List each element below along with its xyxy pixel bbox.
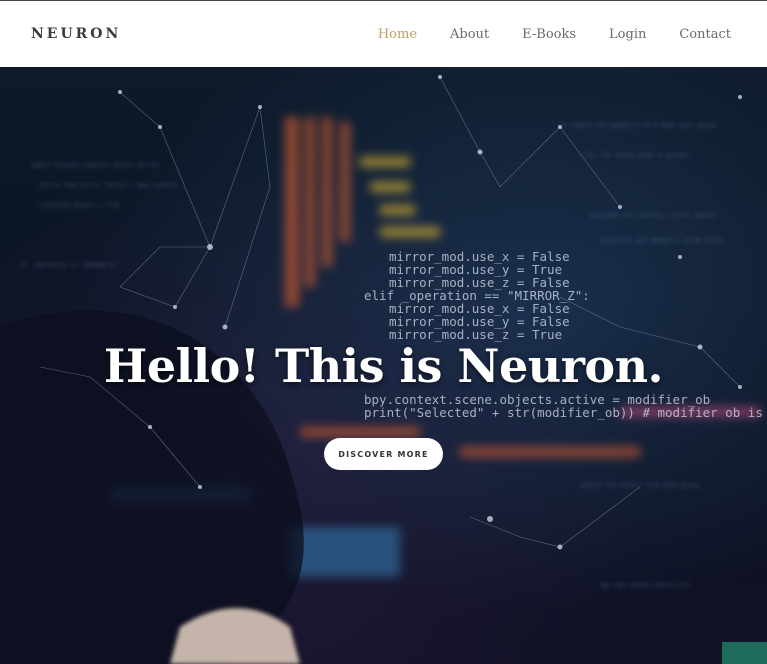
nav-item-contact[interactable]: Contact	[679, 27, 731, 42]
nav-item-home[interactable]: Home	[378, 27, 417, 42]
nav-item-login[interactable]: Login	[609, 27, 646, 42]
hero-section: import blender_modules.object_mirror mir…	[0, 67, 767, 664]
code-line: print("Selected" + str(modifier_ob)) # m…	[364, 405, 767, 420]
main-nav: Home About E-Books Login Contact	[345, 27, 731, 42]
top-navbar: NEURON Home About E-Books Login Contact	[0, 0, 767, 67]
brand-logo[interactable]: NEURON	[31, 26, 121, 42]
nav-item-about[interactable]: About	[450, 27, 489, 42]
hero-title: Hello! This is Neuron.	[103, 339, 664, 393]
corner-widget[interactable]	[722, 642, 767, 664]
nav-item-ebooks[interactable]: E-Books	[522, 27, 576, 42]
discover-more-button[interactable]: DISCOVER MORE	[324, 438, 443, 470]
